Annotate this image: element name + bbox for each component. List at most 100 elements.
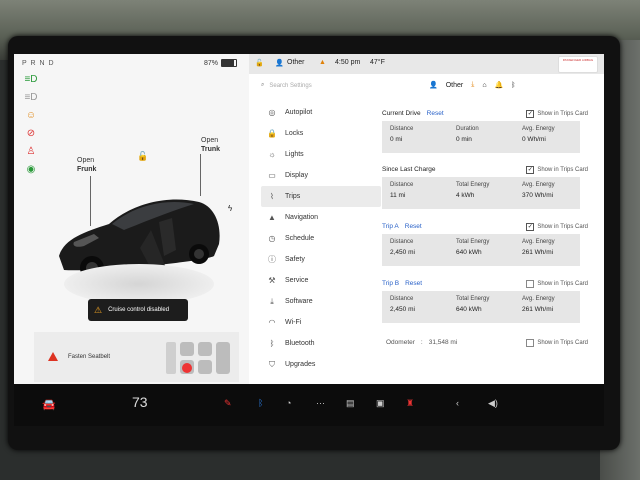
media-app-icon[interactable]: ✎ [224, 398, 232, 409]
menu-item-label: Bluetooth [285, 340, 315, 347]
settings-menu: ◎ Autopilot 🔒 Locks ☼ Lights ▭ Display ⌇ Trips ▲ Na… [261, 102, 381, 375]
battery-icon [221, 59, 238, 67]
bell-icon[interactable]: 🔔 [495, 81, 504, 89]
menu-item-label: Safety [285, 256, 305, 263]
bluetooth-icon[interactable]: ᛒ [511, 82, 515, 89]
trunk-open-button[interactable]: Open Trunk [201, 136, 220, 154]
status-profile[interactable]: Other [287, 59, 305, 66]
download-icon: ⤓ [270, 296, 274, 306]
safety-icon: ⓘ [268, 255, 276, 264]
menu-item-trips[interactable]: ⌇ Trips [261, 186, 381, 207]
stat-value: 0 Wh/mi [522, 136, 546, 143]
show-label: Show in Trips Card [537, 281, 588, 287]
reset-trip-b-button[interactable]: Reset [405, 280, 422, 287]
profile-icon[interactable]: 👤 [429, 81, 438, 89]
menu-item-wi-fi[interactable]: ◠ Wi-Fi [261, 312, 381, 333]
menu-item-label: Trips [285, 193, 301, 200]
odometer-section: Odometer : 31,548 mi Show in Trips Card [386, 339, 588, 347]
trunk-label: Trunk [201, 146, 221, 153]
home-icon[interactable]: ⌂ [482, 82, 486, 89]
cabin-temperature[interactable]: 73 [132, 394, 148, 410]
checkbox-checked-icon: ✓ [526, 223, 535, 231]
menu-item-label: Display [285, 172, 308, 179]
odometer-value: 31,548 mi [428, 339, 458, 346]
settings-header-icons: 👤 Other ⤓ ⌂ 🔔 ᛒ [429, 81, 516, 89]
airbag-off-icon: ⊘ [26, 128, 36, 139]
stats-box: Distance 2,450 mi Total Energy 640 kWh Avg… [382, 291, 580, 323]
seatbelt-warning-icon: ♙ [26, 146, 36, 157]
stat-label: Avg. Energy [522, 239, 555, 245]
status-bar: 🔓 👤 Other ▲ 4:50 pm 47°F PASSENGER AIRBA… [249, 54, 604, 74]
menu-item-software[interactable]: ⤓ Software [261, 291, 381, 312]
menu-item-safety[interactable]: ⓘ Safety [261, 249, 381, 270]
show-in-trips-toggle[interactable]: ✓ Show in Trips Card [526, 166, 588, 174]
profile-icon[interactable]: 👤 [275, 59, 284, 67]
camera-app-icon[interactable]: ◔ [286, 398, 291, 408]
lock-icon: 🔒 [267, 129, 277, 138]
show-label: Show in Trips Card [537, 167, 588, 173]
checkbox-checked-icon: ✓ [526, 166, 535, 174]
stat-label: Avg. Energy [522, 296, 555, 302]
menu-item-lights[interactable]: ☼ Lights [261, 144, 381, 165]
stat-label: Avg. Energy [522, 126, 555, 132]
menu-item-label: Service [285, 277, 309, 284]
arcade-app-icon[interactable]: ♜ [406, 398, 414, 409]
section-title: Trip A [382, 223, 399, 230]
menu-item-navigation[interactable]: ▲ Navigation [261, 207, 381, 228]
show-label: Show in Trips Card [537, 111, 588, 117]
settings-profile[interactable]: Other [446, 82, 464, 89]
volume-icon[interactable]: ◀) [488, 398, 498, 409]
stat-value: 640 kWh [456, 249, 482, 256]
menu-item-bluetooth[interactable]: ᛒ Bluetooth [261, 333, 381, 354]
passenger-airbag-indicator: PASSENGER AIRBAG [558, 56, 598, 73]
stats-box: Distance 11 mi Total Energy 4 kWh Avg. Ene… [382, 177, 580, 209]
settings-search[interactable]: ⌕ Search Settings [261, 82, 312, 89]
light-icon: ☼ [268, 150, 276, 159]
stat-label: Distance [390, 182, 414, 188]
checkbox-checked-icon: ✓ [526, 110, 535, 118]
settings-panel: ⌕ Search Settings 👤 Other ⤓ ⌂ 🔔 ᛒ ◎ Autop… [249, 74, 604, 384]
stat-label: Total Energy [456, 182, 490, 188]
menu-item-label: Lights [285, 151, 304, 158]
more-apps-icon[interactable]: ··· [316, 398, 325, 408]
bluetooth-app-icon[interactable]: ᛒ [258, 398, 263, 408]
stat-label: Distance [390, 239, 414, 245]
reset-trip-a-button[interactable]: Reset [405, 223, 422, 230]
frunk-open-button[interactable]: Open Frunk [77, 156, 96, 174]
stat-value: 261 Wh/mi [522, 306, 554, 313]
show-in-trips-toggle[interactable]: ✓ Show in Trips Card [526, 110, 588, 118]
stat-label: Distance [390, 126, 414, 132]
section-title: Trip B [382, 280, 400, 287]
menu-item-label: Autopilot [285, 109, 313, 116]
current-drive-section: Current Drive Reset ✓ Show in Trips Card … [382, 110, 592, 153]
charge-port-icon[interactable]: ϟ [228, 204, 232, 213]
toybox-app-icon[interactable]: ▣ [376, 398, 385, 409]
status-time: 4:50 pm [335, 59, 361, 66]
menu-item-upgrades[interactable]: ⛉ Upgrades [261, 354, 381, 375]
notes-app-icon[interactable]: ▤ [346, 398, 355, 409]
stats-box: Distance 0 mi Duration 0 min Avg. Energy 0 … [382, 121, 580, 153]
menu-item-display[interactable]: ▭ Display [261, 165, 381, 186]
odometer-label: Odometer [386, 339, 415, 346]
stat-value: 370 Wh/mi [522, 192, 554, 199]
car-model[interactable] [54, 184, 224, 304]
show-label: Show in Trips Card [537, 340, 588, 346]
volume-down-icon[interactable]: ‹ [456, 398, 459, 408]
menu-item-autopilot[interactable]: ◎ Autopilot [261, 102, 381, 123]
car-icon[interactable]: 🚘 [42, 398, 56, 411]
menu-item-service[interactable]: ⚒ Service [261, 270, 381, 291]
trips-icon: ⌇ [270, 192, 274, 201]
search-input[interactable]: Search Settings [269, 83, 311, 89]
menu-item-schedule[interactable]: ◷ Schedule [261, 228, 381, 249]
lock-status-icon[interactable]: 🔓 [255, 59, 264, 67]
show-in-trips-toggle[interactable]: Show in Trips Card [526, 339, 588, 347]
reset-current-button[interactable]: Reset [427, 110, 444, 117]
show-in-trips-toggle[interactable]: ✓ Show in Trips Card [526, 223, 588, 231]
menu-item-locks[interactable]: 🔒 Locks [261, 123, 381, 144]
menu-item-label: Locks [285, 130, 304, 137]
unlock-icon[interactable]: 🔓 [137, 151, 148, 162]
download-icon[interactable]: ⤓ [471, 81, 474, 89]
show-in-trips-toggle[interactable]: Show in Trips Card [526, 280, 588, 288]
display-icon: ▭ [268, 171, 276, 180]
stat-label: Total Energy [456, 239, 490, 245]
